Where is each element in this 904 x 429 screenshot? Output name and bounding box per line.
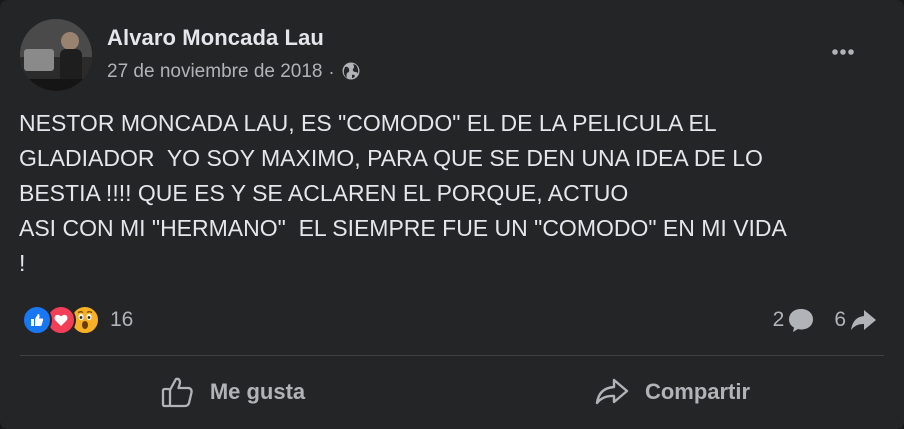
share-button[interactable]: Compartir: [459, 364, 884, 420]
comments-count: 2: [772, 308, 785, 331]
author-avatar[interactable]: [20, 19, 92, 91]
more-dots-icon: [832, 49, 854, 55]
shares-count-button[interactable]: 6: [834, 306, 878, 334]
author-name[interactable]: Alvaro Moncada Lau: [107, 25, 324, 51]
globe-icon: [341, 61, 363, 83]
more-options-button[interactable]: [820, 36, 866, 68]
like-button[interactable]: Me gusta: [20, 364, 445, 420]
reactions-summary[interactable]: 16: [22, 305, 133, 335]
comment-bubble-icon: [789, 309, 814, 332]
thumbs-up-icon: [161, 377, 193, 408]
meta-separator: ·: [328, 61, 335, 82]
post-text: NESTOR MONCADA LAU, ES "COMODO" EL DE LA…: [19, 110, 787, 276]
engagement-stats: 2 6: [773, 306, 878, 334]
reactions-count: 16: [110, 308, 134, 331]
actions-divider: [20, 355, 884, 356]
shares-count: 6: [834, 308, 846, 331]
post-card: Alvaro Moncada Lau 27 de noviembre de 20…: [0, 0, 904, 429]
post-meta: 27 de noviembre de 2018 ·: [107, 61, 363, 83]
like-reaction-icon: [22, 305, 52, 335]
share-button-label: Compartir: [644, 379, 751, 404]
comments-count-button[interactable]: 2: [773, 306, 817, 334]
avatar-photo: [20, 19, 92, 91]
share-arrow-icon: [851, 310, 876, 330]
post-date[interactable]: 27 de noviembre de 2018: [107, 61, 323, 83]
like-button-label: Me gusta: [209, 379, 306, 404]
share-icon: [595, 378, 629, 405]
